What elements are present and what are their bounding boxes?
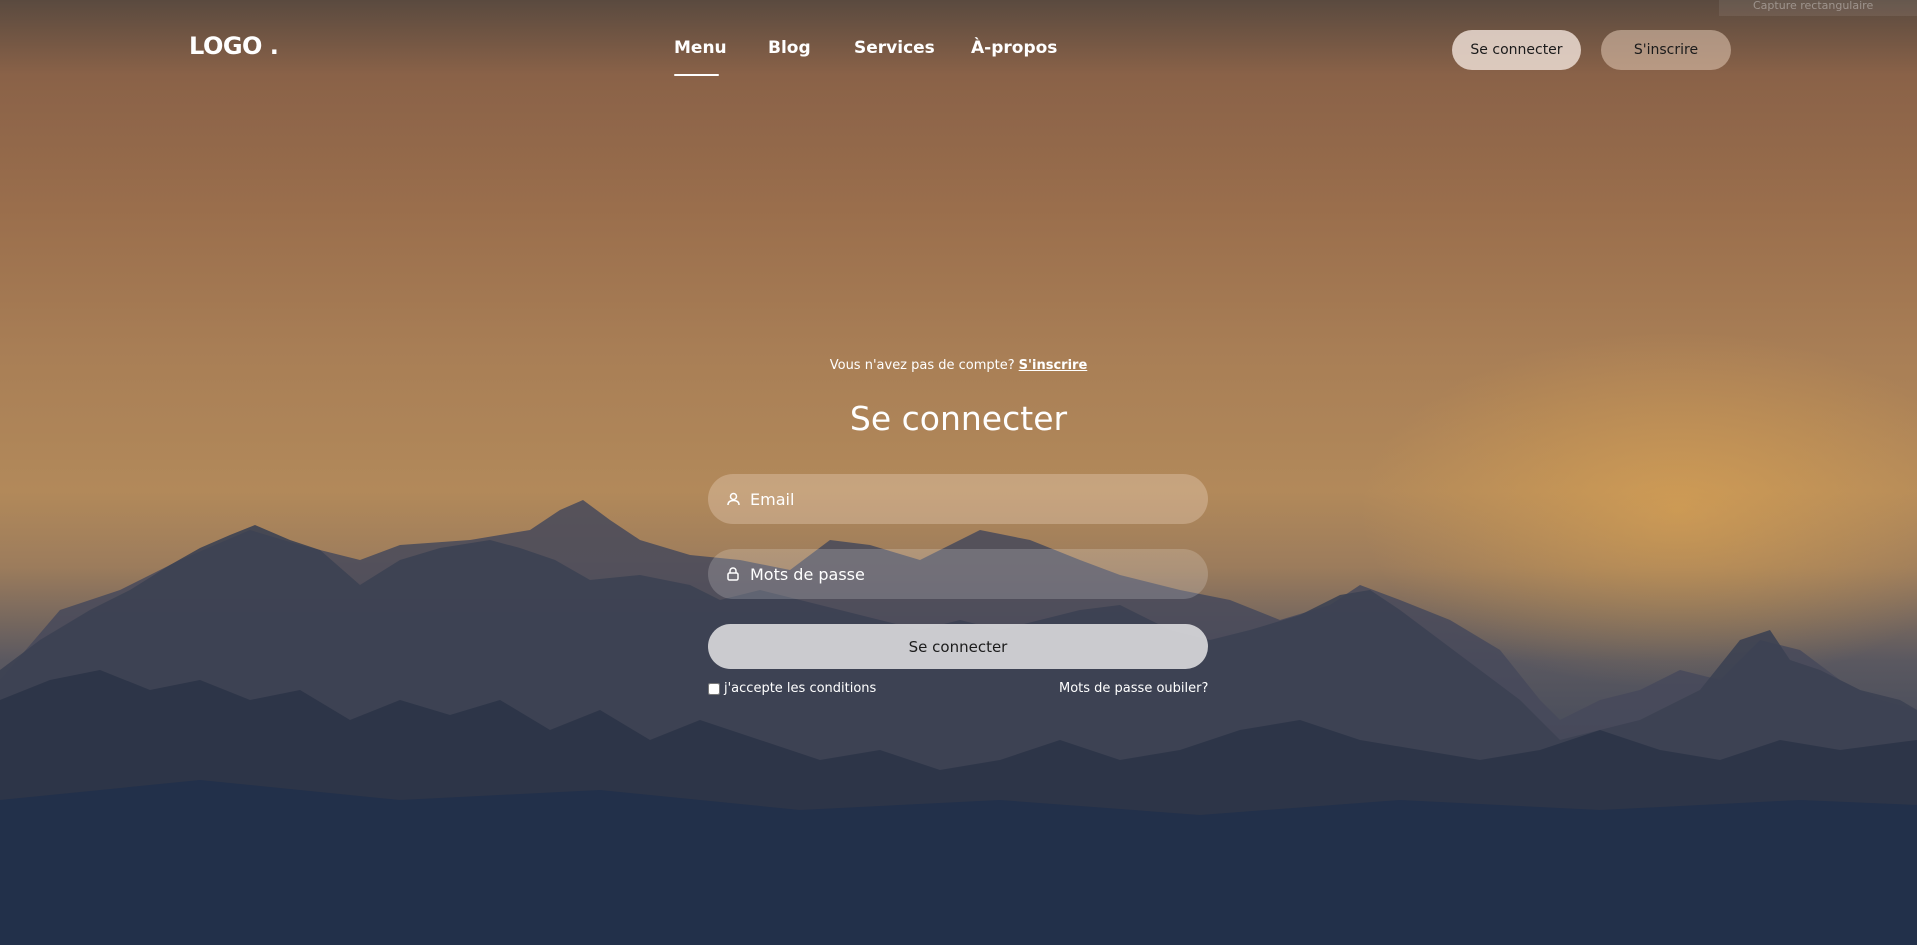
header-signup-button[interactable]: S'inscrire	[1601, 30, 1731, 70]
logo[interactable]: LOGO .	[189, 32, 279, 60]
header-login-button[interactable]: Se connecter	[1452, 30, 1581, 70]
terms-label: j'accepte les conditions	[724, 681, 877, 696]
email-field[interactable]	[708, 474, 1208, 524]
nav-item-menu[interactable]: Menu	[674, 38, 727, 58]
password-input[interactable]	[750, 564, 1208, 584]
nav-active-indicator	[674, 74, 719, 76]
signup-link[interactable]: S'inscrire	[1019, 358, 1088, 373]
terms-checkbox[interactable]	[708, 682, 720, 695]
terms-checkbox-row[interactable]: j'accepte les conditions	[708, 681, 876, 696]
email-input[interactable]	[750, 489, 1208, 509]
user-icon	[726, 492, 740, 506]
mountain-silhouette	[0, 500, 1917, 945]
form-title: Se connecter	[849, 399, 1068, 438]
signup-prompt-text: Vous n'avez pas de compte?	[829, 358, 1015, 373]
signup-prompt: Vous n'avez pas de compte? S'inscrire	[0, 358, 1917, 373]
login-submit-button[interactable]: Se connecter	[708, 624, 1208, 669]
screen-capture-overlay: Capture rectangulaire	[1719, 0, 1917, 16]
forgot-password-link[interactable]: Mots de passe oubiler?	[1059, 681, 1208, 696]
nav-item-services[interactable]: Services	[854, 38, 935, 58]
nav-item-a-propos[interactable]: À-propos	[971, 38, 1057, 58]
background-mountain-sunset	[0, 0, 1917, 945]
password-field[interactable]	[708, 549, 1208, 599]
lock-icon	[726, 567, 740, 581]
nav-item-blog[interactable]: Blog	[768, 38, 811, 58]
